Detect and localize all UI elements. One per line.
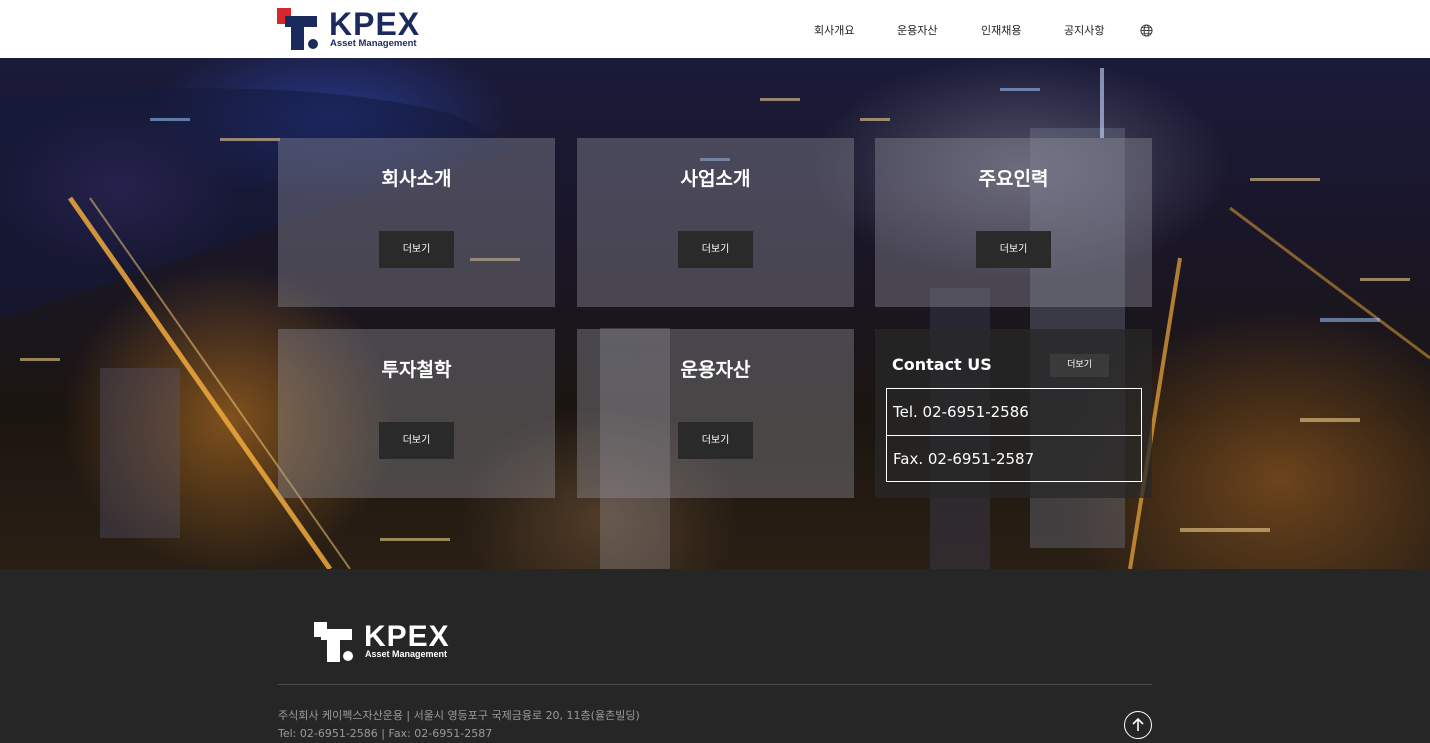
contact-title: Contact US — [892, 355, 992, 374]
contact-card: Contact US 더보기 Tel. 02-6951-2586 Fax. 02… — [875, 329, 1152, 498]
card-investment-philosophy: 투자철학 더보기 — [278, 329, 555, 498]
globe-icon[interactable] — [1140, 24, 1153, 37]
arrow-up-icon — [1132, 717, 1144, 731]
card-business-intro: 사업소개 더보기 — [577, 138, 854, 307]
footer-logo-subtext: Asset Management — [365, 649, 448, 659]
card-managed-assets: 운용자산 더보기 — [577, 329, 854, 498]
site-footer: KPEX Asset Management 주식회사 케이펙스자산운용 | 서울… — [0, 569, 1430, 740]
footer-company-info: 주식회사 케이펙스자산운용 | 서울시 영등포구 국제금융로 20, 11층(율… — [278, 707, 640, 743]
card-title: 운용자산 — [680, 359, 751, 381]
more-button[interactable]: 더보기 — [976, 231, 1051, 268]
site-header: KPEX Asset Management 회사개요 운용자산 인재채용 공지사… — [0, 0, 1430, 58]
card-title: 사업소개 — [680, 168, 751, 190]
more-button[interactable]: 더보기 — [678, 422, 753, 459]
card-title: 회사소개 — [381, 168, 452, 190]
contact-tel: Tel. 02-6951-2586 — [893, 403, 1029, 421]
more-button[interactable]: 더보기 — [379, 231, 454, 268]
card-key-people: 주요인력 더보기 — [875, 138, 1152, 307]
nav-item-assets[interactable]: 운용자산 — [897, 22, 937, 38]
contact-fax: Fax. 02-6951-2587 — [887, 435, 1141, 481]
footer-address: 주식회사 케이펙스자산운용 | 서울시 영등포구 국제금융로 20, 11층(율… — [278, 709, 640, 722]
main-nav: 회사개요 운용자산 인재채용 공지사항 — [0, 0, 1430, 58]
nav-item-notice[interactable]: 공지사항 — [1064, 22, 1104, 38]
hero-cityscape: 회사소개 더보기 사업소개 더보기 주요인력 더보기 투자철학 더보기 운용자산… — [0, 58, 1430, 569]
footer-divider — [278, 684, 1152, 685]
card-title: 주요인력 — [978, 168, 1049, 190]
scroll-top-button[interactable] — [1124, 711, 1152, 739]
more-button[interactable]: 더보기 — [678, 231, 753, 268]
more-button[interactable]: 더보기 — [379, 422, 454, 459]
nav-item-company[interactable]: 회사개요 — [814, 22, 854, 38]
contact-info-box: Tel. 02-6951-2586 Fax. 02-6951-2587 — [886, 388, 1142, 482]
contact-more-button[interactable]: 더보기 — [1050, 354, 1109, 377]
footer-logo: KPEX Asset Management — [314, 620, 454, 662]
nav-item-recruit[interactable]: 인재채용 — [981, 22, 1021, 38]
card-company-intro: 회사소개 더보기 — [278, 138, 555, 307]
kpex-logo-mark-icon — [314, 622, 353, 662]
footer-phone: Tel: 02-6951-2586 | Fax: 02-6951-2587 — [278, 727, 493, 740]
card-title: 투자철학 — [381, 359, 452, 381]
